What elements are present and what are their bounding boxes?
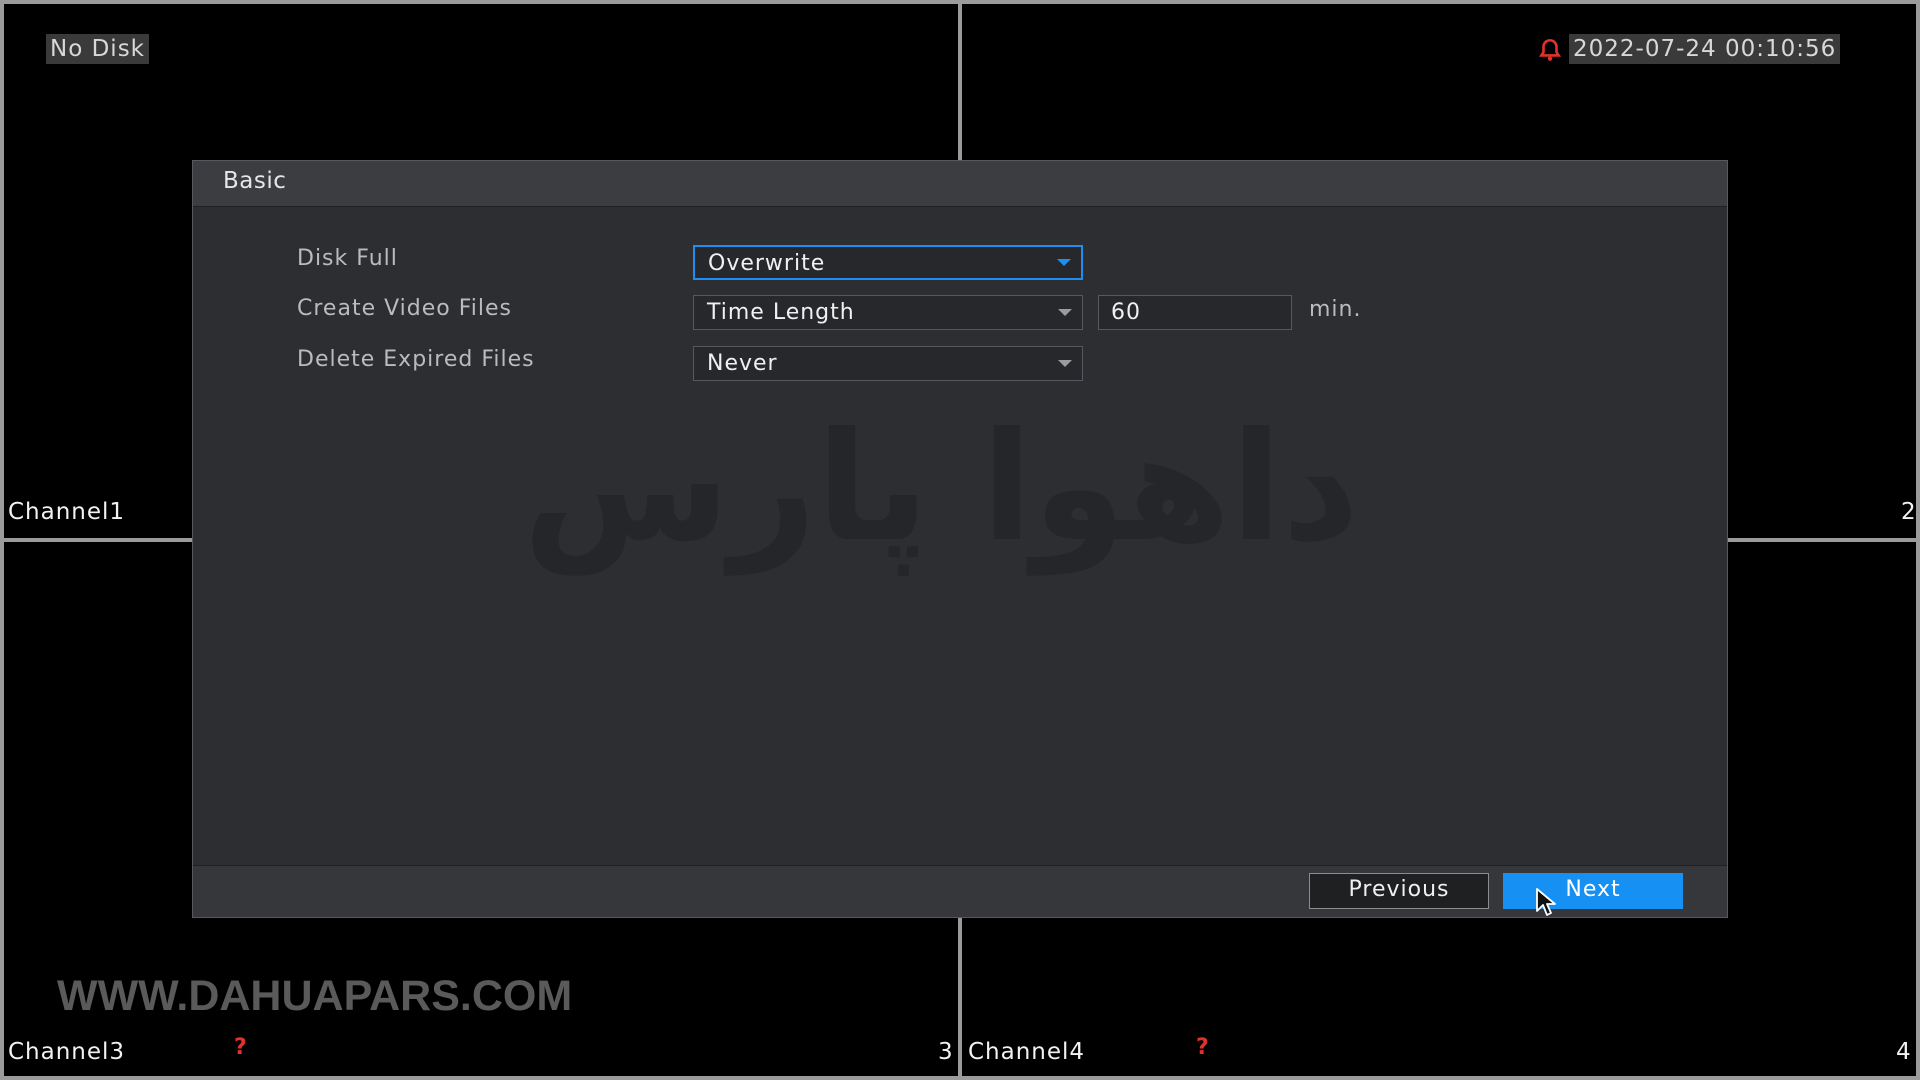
- channel-1-label: Channel1: [8, 499, 126, 525]
- basic-settings-dialog: داهوا پارس Basic Disk Full Overwrite Cre…: [192, 160, 1728, 918]
- time-length-value: 60: [1111, 300, 1141, 325]
- bell-icon: [1538, 38, 1562, 61]
- question-mark-icon: ?: [1196, 1035, 1209, 1060]
- previous-button[interactable]: Previous: [1309, 873, 1489, 909]
- dialog-title: Basic: [223, 168, 287, 194]
- mouse-pointer-icon: [1536, 888, 1556, 916]
- channel-4-label: Channel4: [968, 1039, 1086, 1065]
- delete-expired-files-label: Delete Expired Files: [297, 347, 535, 372]
- brand-watermark: داهوا پارس: [523, 401, 1360, 575]
- create-video-files-select[interactable]: Time Length: [693, 295, 1083, 330]
- disk-full-select[interactable]: Overwrite: [693, 245, 1083, 280]
- channel-4-number: 4: [1896, 1039, 1911, 1065]
- chevron-down-icon: [1058, 309, 1072, 316]
- create-video-files-label: Create Video Files: [297, 296, 513, 321]
- question-mark-icon: ?: [234, 1035, 247, 1060]
- website-watermark: WWW.DAHUAPARS.COM: [57, 972, 573, 1020]
- time-length-unit: min.: [1309, 297, 1362, 322]
- delete-expired-files-value: Never: [707, 351, 778, 376]
- dialog-header: Basic: [193, 161, 1727, 207]
- channel-3-number: 3: [938, 1039, 953, 1065]
- channel-3-label: Channel3: [8, 1039, 126, 1065]
- disk-full-label: Disk Full: [297, 246, 398, 271]
- disk-status-label: No Disk: [46, 34, 149, 64]
- channel-2-number: 2: [1901, 499, 1916, 525]
- next-button[interactable]: Next: [1503, 873, 1683, 909]
- datetime-display: 2022-07-24 00:10:56: [1569, 34, 1841, 64]
- chevron-down-icon: [1058, 360, 1072, 367]
- dvr-screen: No Disk 2022-07-24 00:10:56 Channel1 2 C…: [0, 0, 1920, 1080]
- create-video-files-value: Time Length: [707, 300, 855, 325]
- delete-expired-files-select[interactable]: Never: [693, 346, 1083, 381]
- time-length-input[interactable]: 60: [1098, 295, 1292, 330]
- disk-full-value: Overwrite: [708, 251, 826, 276]
- chevron-down-icon: [1057, 259, 1071, 266]
- dialog-footer: Previous Next: [193, 865, 1727, 917]
